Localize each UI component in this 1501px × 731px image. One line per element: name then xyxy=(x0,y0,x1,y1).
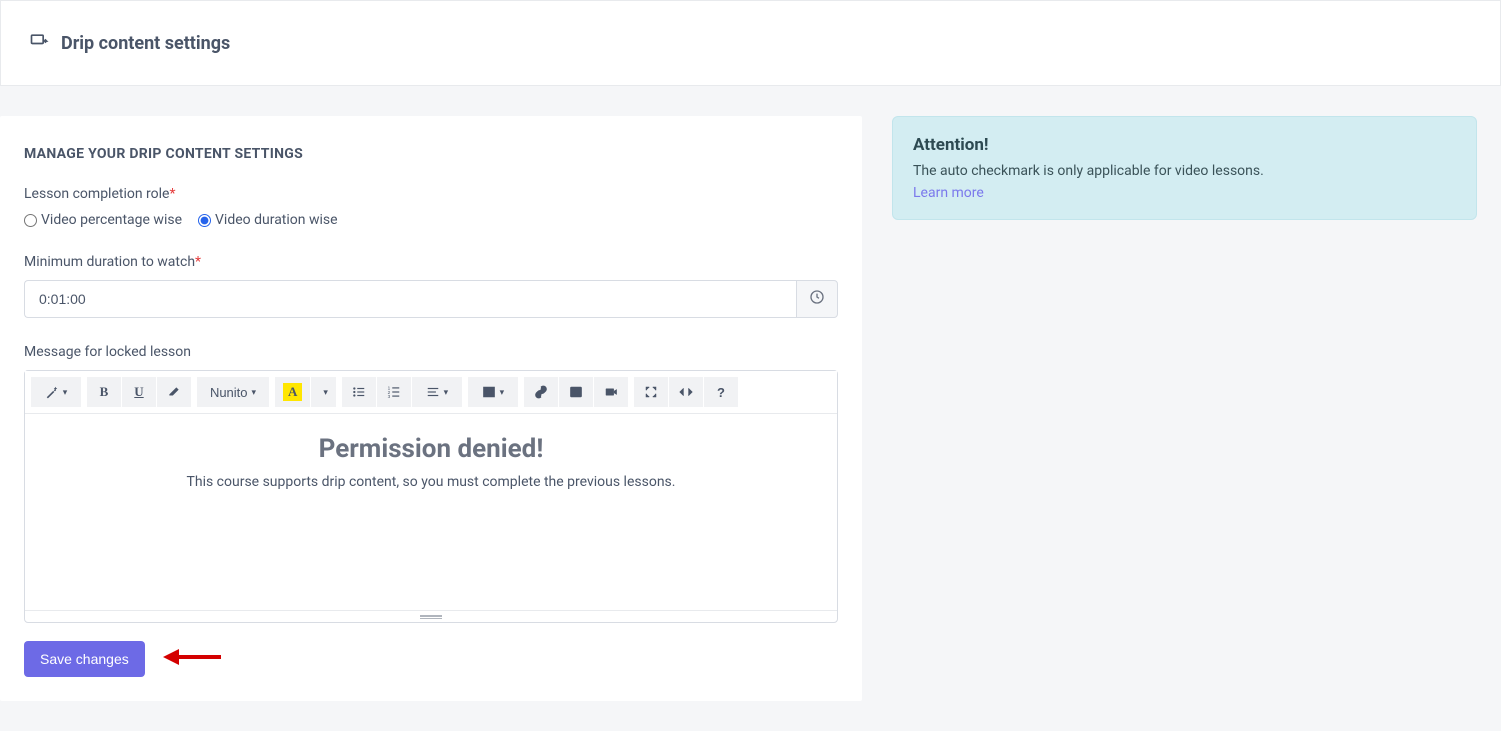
drip-content-icon xyxy=(29,31,49,55)
save-button[interactable]: Save changes xyxy=(24,641,145,677)
alert-title: Attention! xyxy=(913,135,1456,155)
min-duration-label: Minimum duration to watch* xyxy=(24,254,838,270)
settings-panel: MANAGE YOUR DRIP CONTENT SETTINGS Lesson… xyxy=(0,116,862,701)
eraser-button[interactable] xyxy=(157,377,191,407)
code-view-button[interactable] xyxy=(669,377,703,407)
svg-text:3: 3 xyxy=(388,394,391,399)
page-title: Drip content settings xyxy=(61,33,230,54)
radio-duration-wise[interactable]: Video duration wise xyxy=(198,212,338,228)
font-color-button[interactable]: A xyxy=(275,377,310,407)
section-title: MANAGE YOUR DRIP CONTENT SETTINGS xyxy=(24,146,838,162)
help-button[interactable]: ? xyxy=(704,377,738,407)
link-button[interactable] xyxy=(524,377,558,407)
page-header: Drip content settings xyxy=(0,0,1501,86)
editor-content-area[interactable]: Permission denied! This course supports … xyxy=(25,414,837,610)
underline-button[interactable]: U xyxy=(122,377,156,407)
radio-percentage-input[interactable] xyxy=(24,214,37,227)
learn-more-link[interactable]: Learn more xyxy=(913,185,984,201)
attention-alert: Attention! The auto checkmark is only ap… xyxy=(892,116,1477,220)
clock-icon xyxy=(809,289,825,309)
font-family-button[interactable]: Nunito▾ xyxy=(197,377,269,407)
font-color-caret[interactable]: ▾ xyxy=(311,377,336,407)
alert-text: The auto checkmark is only applicable fo… xyxy=(913,163,1456,179)
editor-toolbar: ▾ B U Nunito▾ A ▾ xyxy=(25,371,837,414)
lesson-role-label: Lesson completion role* xyxy=(24,186,838,202)
paragraph-button[interactable]: ▾ xyxy=(412,377,462,407)
video-button[interactable] xyxy=(594,377,628,407)
radio-percentage-wise[interactable]: Video percentage wise xyxy=(24,212,182,228)
annotation-arrow-icon xyxy=(163,645,223,673)
unordered-list-button[interactable] xyxy=(342,377,376,407)
table-button[interactable]: ▾ xyxy=(468,377,518,407)
image-button[interactable] xyxy=(559,377,593,407)
radio-duration-input[interactable] xyxy=(198,214,211,227)
editor-paragraph: This course supports drip content, so yo… xyxy=(45,474,817,490)
bold-button[interactable]: B xyxy=(87,377,121,407)
ordered-list-button[interactable]: 123 xyxy=(377,377,411,407)
locked-message-label: Message for locked lesson xyxy=(24,344,838,360)
clock-addon[interactable] xyxy=(796,280,838,318)
editor-heading: Permission denied! xyxy=(45,434,817,464)
rich-text-editor: ▾ B U Nunito▾ A ▾ xyxy=(24,370,838,623)
editor-resize-handle[interactable] xyxy=(25,610,837,622)
fullscreen-button[interactable] xyxy=(634,377,668,407)
magic-button[interactable]: ▾ xyxy=(31,377,81,407)
min-duration-input[interactable] xyxy=(24,280,796,318)
